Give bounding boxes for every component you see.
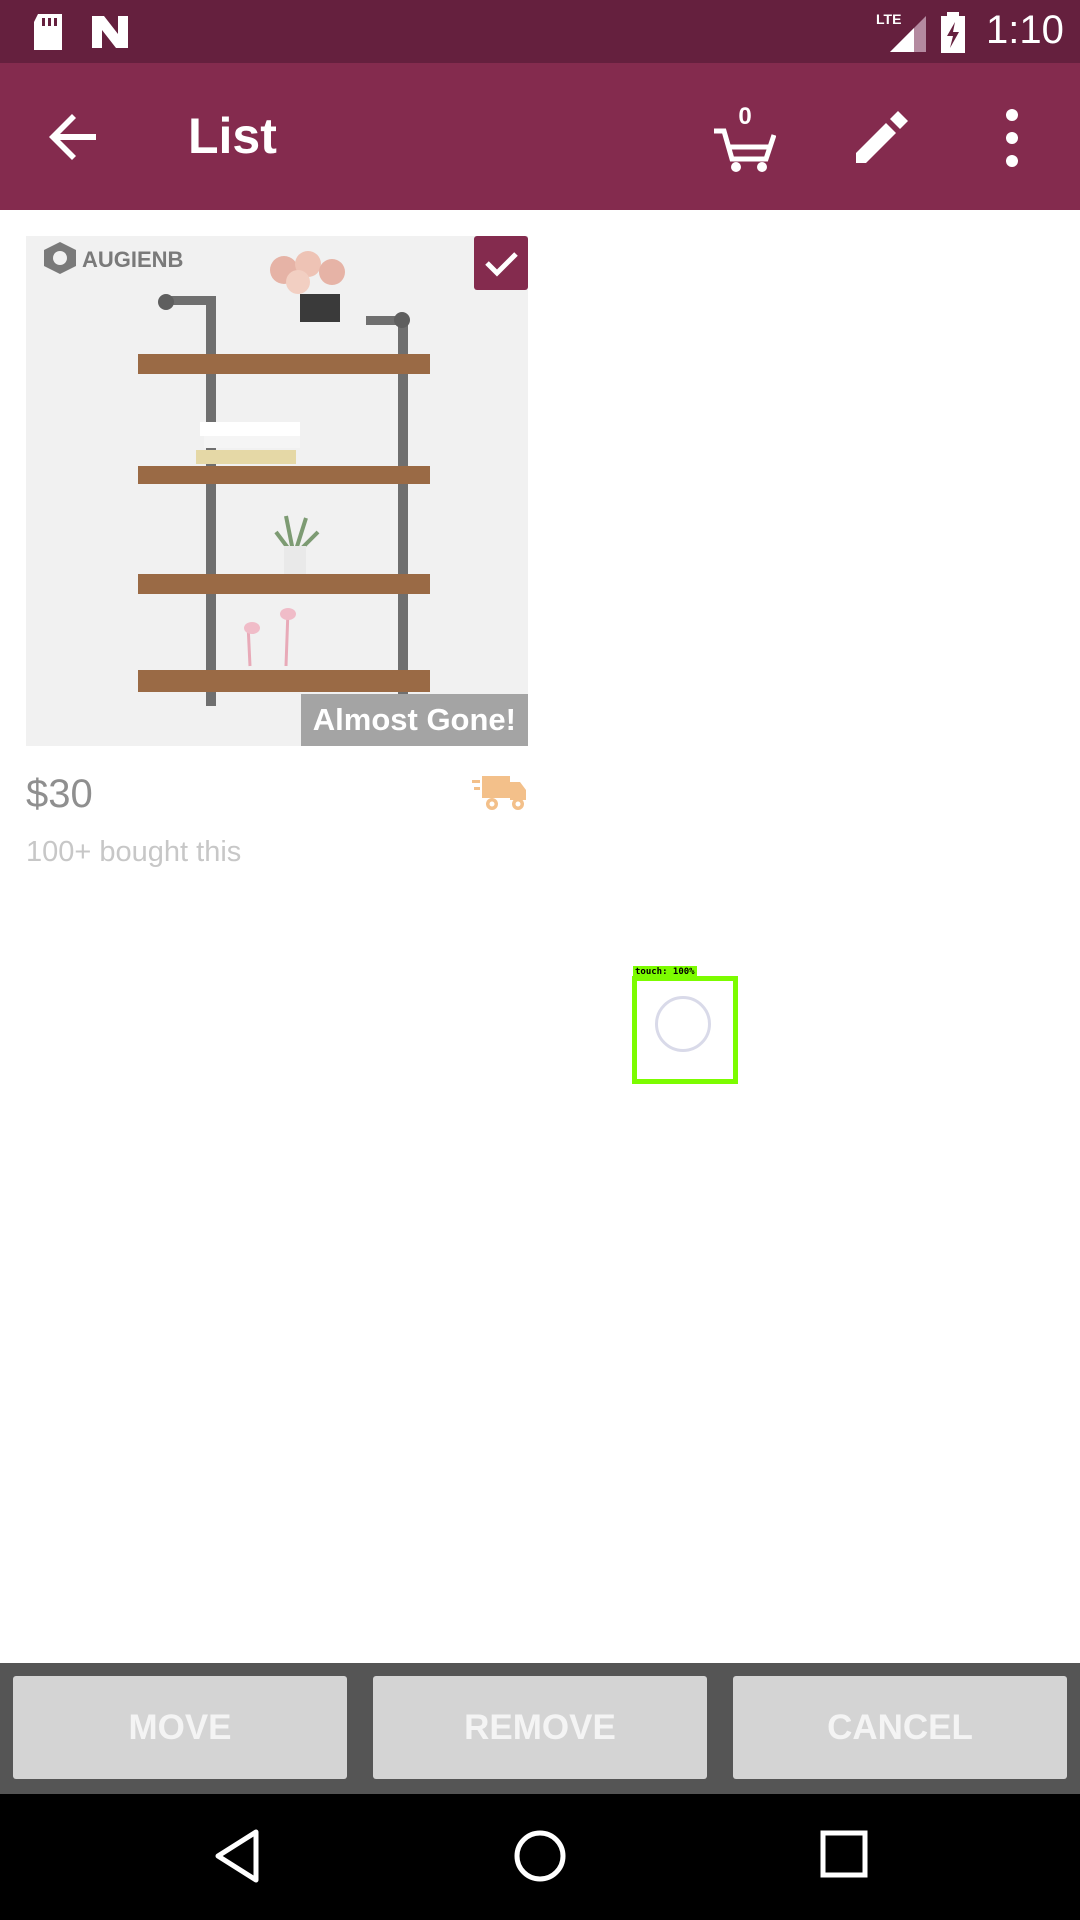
nav-recents-icon[interactable] (820, 1830, 868, 1878)
touch-point-circle (655, 996, 711, 1052)
cart-count-badge: 0 (738, 103, 752, 130)
brand-logo: AUGIENB (44, 242, 183, 274)
nav-home-icon[interactable] (512, 1828, 568, 1884)
status-bar: LTE 1:10 (0, 0, 1080, 63)
status-time: 1:10 (986, 8, 1064, 52)
almost-gone-badge: Almost Gone! (300, 694, 528, 746)
nav-back-icon[interactable] (212, 1828, 262, 1884)
sd-card-icon (34, 14, 62, 50)
product-card[interactable]: AUGIENB Almost Gone! $30 100+ bought thi… (26, 236, 528, 876)
more-vert-icon[interactable] (1000, 107, 1024, 169)
move-button[interactable]: MOVE (13, 1676, 347, 1779)
battery-charging-icon (941, 12, 965, 53)
edit-pencil-icon[interactable] (852, 109, 910, 167)
selected-checkbox[interactable] (474, 236, 528, 290)
lte-signal-icon: LTE (876, 11, 926, 52)
remove-button[interactable]: REMOVE (373, 1676, 707, 1779)
product-image[interactable]: AUGIENB Almost Gone! (26, 236, 528, 746)
svg-text:LTE: LTE (876, 11, 901, 27)
action-bar: MOVE REMOVE CANCEL (0, 1663, 1080, 1794)
n-notification-icon (92, 16, 128, 48)
brand-label: AUGIENB (82, 247, 183, 272)
app-bar: List 0 (0, 63, 1080, 210)
shipping-truck-icon (472, 776, 526, 810)
page-title: List (188, 108, 277, 164)
check-icon (485, 252, 518, 277)
bought-count: 100+ bought this (26, 836, 242, 868)
product-price: $30 (26, 772, 93, 816)
cancel-button[interactable]: CANCEL (733, 1676, 1067, 1779)
shelf-illustration: AUGIENB (26, 236, 528, 746)
navigation-bar (0, 1794, 1080, 1920)
back-arrow-icon[interactable] (44, 107, 104, 167)
